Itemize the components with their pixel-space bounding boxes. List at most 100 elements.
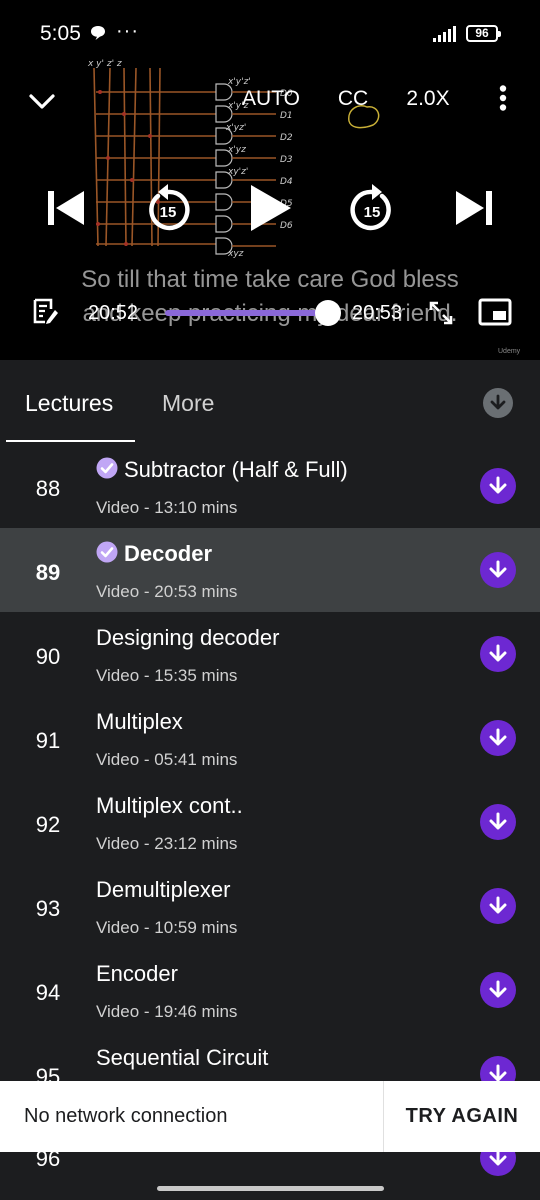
previous-lecture-button[interactable] [44,186,88,230]
seek-thumb[interactable] [315,300,341,326]
completed-check-icon [96,541,118,563]
forward-button[interactable]: 15 [348,182,396,234]
lecture-row[interactable]: 90 Designing decoder Video - 15:35 mins [0,612,540,696]
more-vertical-icon [499,85,507,111]
svg-text:xy'z': xy'z' [227,167,248,177]
download-icon [490,394,506,410]
lecture-title-wrap: Encoder [96,961,178,987]
lecture-title-wrap: Multiplex [96,709,183,735]
lecture-meta: Video - 10:59 mins [96,918,238,937]
svg-text:x'yz: x'yz [227,145,246,155]
status-time: 5:05 [40,22,81,45]
lecture-title: Encoder [96,961,178,986]
download-lecture-button[interactable] [480,636,516,672]
lecture-row[interactable]: 93 Demultiplexer Video - 10:59 mins [0,864,540,948]
play-button[interactable] [246,182,294,234]
picture-in-picture-icon [478,298,512,326]
lecture-list: 88 Subtractor (Half & Full) Video - 13:10 … [0,444,540,1116]
lecture-title: Multiplex cont.. [96,793,243,818]
svg-text:x'yz': x'yz' [225,123,246,133]
status-more-icon: ··· [116,20,139,42]
home-indicator[interactable] [157,1186,384,1191]
lecture-number: 88 [35,476,61,501]
lecture-row[interactable]: 88 Subtractor (Half & Full) Video - 13:10 … [0,444,540,528]
lecture-title: Designing decoder [96,625,280,650]
rewind-button[interactable]: 15 [144,182,192,234]
lecture-meta: Video - 20:53 mins [96,582,238,601]
lecture-title-wrap: Designing decoder [96,625,279,651]
svg-text:x y' z' z: x y' z' z [87,59,122,69]
picture-in-picture-button[interactable] [477,296,513,328]
playback-speed-button[interactable]: 2.0X [402,86,454,112]
video-watermark: Udemy [498,348,521,355]
lecture-row[interactable]: 94 Encoder Video - 19:46 mins [0,948,540,1032]
quality-button[interactable]: AUTO [240,86,302,112]
lecture-meta: Video - 13:10 mins [96,498,238,517]
lecture-title: Decoder [124,541,213,566]
lecture-title: Subtractor (Half & Full) [124,457,348,482]
status-bar: 5:05 ··· 96 [0,0,540,56]
more-options-button[interactable] [492,83,514,113]
content-tabs: Lectures More [0,360,540,444]
notes-icon [33,298,58,324]
tab-lectures[interactable]: Lectures [25,390,113,417]
next-lecture-button[interactable] [452,186,496,230]
download-lecture-button[interactable] [480,468,516,504]
snackbar-message: No network connection [24,1105,228,1127]
collapse-button[interactable] [26,86,58,118]
lecture-row[interactable]: 92 Multiplex cont.. Video - 23:12 mins [0,780,540,864]
active-tab-indicator [6,440,135,442]
lecture-meta: Video - 05:41 mins [96,750,238,769]
download-lecture-button[interactable] [480,552,516,588]
lecture-title-wrap: Decoder [96,541,212,567]
fullscreen-button[interactable] [426,298,456,328]
message-icon [91,26,105,40]
svg-text:xyz: xyz [227,249,244,259]
rewind-seconds: 15 [159,203,177,221]
battery-indicator: 96 [466,25,501,42]
lecture-row[interactable]: 89 Decoder Video - 20:53 mins [0,528,540,612]
lecture-row[interactable]: 91 Multiplex Video - 05:41 mins [0,696,540,780]
download-icon [489,896,507,914]
chevron-down-icon [29,94,55,109]
lecture-title-wrap: Multiplex cont.. [96,793,243,819]
download-icon [489,812,507,830]
lecture-meta: Video - 23:12 mins [96,834,238,853]
lecture-number: 90 [35,644,61,669]
lecture-meta: Video - 19:46 mins [96,1002,238,1021]
seek-bar[interactable] [165,310,328,316]
lecture-title-wrap: Subtractor (Half & Full) [96,457,348,483]
download-icon [489,560,507,578]
download-lecture-button[interactable] [480,804,516,840]
current-time: 20:52 [88,302,139,324]
video-player[interactable]: x'y'z' D0 x'y'z D1 x'yz' D2 x'yz D3 xy'z' D4 … [0,56,540,360]
lecture-number: 94 [35,980,61,1005]
download-icon [489,728,507,746]
download-lecture-button[interactable] [480,720,516,756]
lecture-number: 91 [35,728,61,753]
battery-level: 96 [475,26,489,40]
caption-line-1: So till that time take care God bless [81,266,459,293]
try-again-button[interactable]: TRY AGAIN [384,1081,540,1152]
lecture-title: Multiplex [96,709,183,734]
duration-time: 20:53 [352,302,403,324]
captions-button[interactable]: CC [334,86,372,112]
network-snackbar: No network connection TRY AGAIN [0,1081,540,1152]
download-all-button[interactable] [483,388,513,418]
download-lecture-button[interactable] [480,888,516,924]
download-lecture-button[interactable] [480,1152,516,1176]
lecture-meta: Video - 15:35 mins [96,666,238,685]
skip-next-icon [456,191,492,225]
lecture-title-wrap: Demultiplexer [96,877,231,903]
lecture-title: Sequential Circuit [96,1045,269,1070]
download-lecture-button[interactable] [480,972,516,1008]
svg-text:D3: D3 [280,155,293,165]
lecture-number: 92 [35,812,61,837]
download-icon [489,644,507,662]
signal-icon [433,26,456,42]
lecture-number: 96 [35,1152,61,1171]
play-icon [251,185,291,231]
notes-button[interactable] [30,296,60,326]
download-icon [489,476,507,494]
tab-more[interactable]: More [162,390,214,417]
